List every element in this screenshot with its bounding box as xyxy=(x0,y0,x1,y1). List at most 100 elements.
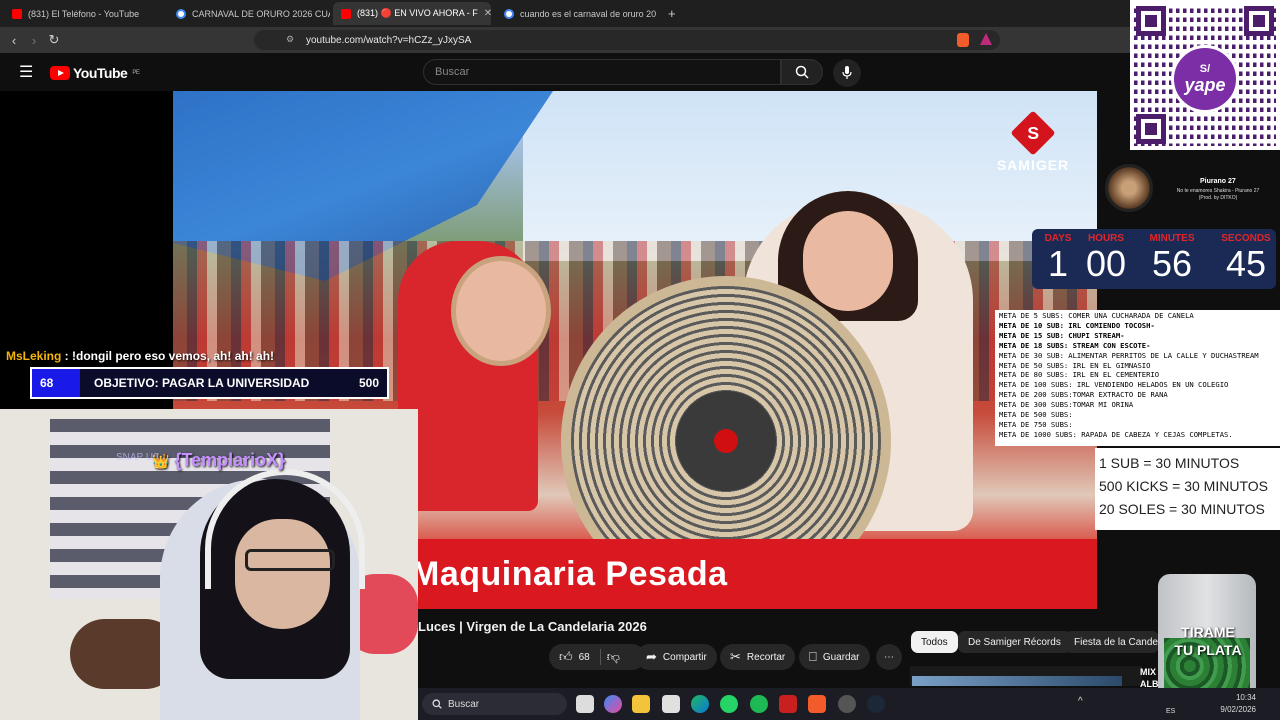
yape-currency: S/ xyxy=(1199,62,1211,75)
steam-icon[interactable] xyxy=(867,695,885,713)
bookmark-save-icon: ⎕ xyxy=(809,649,817,664)
dislike-button[interactable]: 👎︎ xyxy=(607,649,620,665)
goal-item: META DE 5 SUBS: COMER UNA CUCHARADA DE C… xyxy=(999,311,1194,320)
clip-label: Recortar xyxy=(746,651,786,663)
url-text: youtube.com/watch?v=hCZz_yJxySA xyxy=(306,34,472,46)
recommended-thumbnail xyxy=(912,676,1122,686)
goal-item: META DE 18 SUBS: STREAM CON ESCOTE- xyxy=(999,340,1151,350)
browser-tab-active[interactable]: (831) 🔴 EN VIVO AHORA - F ✕ xyxy=(333,2,491,25)
browser-tab-2[interactable]: CARNAVAL DE ORURO 2026 CUAND xyxy=(168,2,330,25)
rate-line: 500 KICKS = 30 MINUTOS xyxy=(1099,478,1268,494)
yape-logo: S/ yape xyxy=(1171,45,1239,113)
timer-hours: HOURS 00 xyxy=(1078,233,1134,282)
album-art xyxy=(1105,164,1153,212)
taskbar-language[interactable]: ES xyxy=(1166,708,1175,715)
tab-title: CARNAVAL DE ORURO 2026 CUAND xyxy=(192,8,330,19)
yape-word: yape xyxy=(1184,74,1226,95)
goal-bar: 68 OBJETIVO: PAGAR LA UNIVERSIDAD 500 xyxy=(30,367,389,399)
subathon-timer: DAYS 1 HOURS 00 MINUTES 56 SECONDS 45 xyxy=(1032,229,1276,289)
youtube-logo[interactable]: YouTube PE xyxy=(50,65,140,81)
crown-icon: 👑 xyxy=(152,453,170,469)
store-icon[interactable] xyxy=(662,695,680,713)
youtube-header: ☰ YouTube PE Buscar xyxy=(0,53,1130,91)
tab-title: (831) 🔴 EN VIVO AHORA - F xyxy=(357,8,478,18)
subathon-rates: 1 SUB = 30 MINUTOS 500 KICKS = 30 MINUTO… xyxy=(1095,448,1280,530)
copilot-icon[interactable] xyxy=(604,695,622,713)
site-info-icon[interactable]: ⚙ xyxy=(286,34,294,45)
whatsapp-icon[interactable] xyxy=(720,695,738,713)
video-tambourine xyxy=(451,256,551,366)
obs-icon[interactable] xyxy=(838,695,856,713)
youtube-play-icon xyxy=(50,66,70,80)
brave-icon[interactable] xyxy=(808,695,826,713)
samiger-name: SAMIGER xyxy=(996,157,1070,173)
goal-item: META DE 1000 SUBS: RAPADA DE CABEZA Y CE… xyxy=(999,429,1233,439)
forward-arrow-icon[interactable]: › xyxy=(24,33,44,48)
timer-seconds: SECONDS 45 xyxy=(1218,233,1274,282)
recommended-video[interactable] xyxy=(910,666,1142,686)
share-arrow-icon: ➦ xyxy=(646,649,657,664)
video-disc-label xyxy=(714,429,738,453)
goal-item: META DE 10 SUB: IRL COMIENDO TOCOSH- xyxy=(999,320,1155,330)
clip-button[interactable]: ✂ Recortar xyxy=(720,644,796,670)
spotify-icon[interactable] xyxy=(750,695,768,713)
microphone-icon xyxy=(842,66,852,79)
goal-item: META DE 50 SUBS: IRL EN EL GIMNASIO xyxy=(999,360,1151,370)
task-view-icon[interactable] xyxy=(576,695,594,713)
chat-message: MsLeking : !dongil pero eso vemos, ah! a… xyxy=(6,349,274,363)
back-arrow-icon[interactable]: ‹ xyxy=(4,33,24,48)
taskbar-search-label: Buscar xyxy=(448,698,480,710)
subscriber-goals-list: META DE 5 SUBS: COMER UNA CUCHARADA DE C… xyxy=(995,310,1280,446)
address-bar[interactable]: ⚙ youtube.com/watch?v=hCZz_yJxySA xyxy=(254,30,1000,50)
voice-search-button[interactable] xyxy=(833,59,861,87)
taskbar-clock[interactable]: 10:34 9/02/2026 xyxy=(1220,692,1256,716)
taskbar-search[interactable]: Buscar xyxy=(422,693,567,715)
new-tab-button[interactable]: + xyxy=(660,2,680,25)
now-playing-producer: (Prod. by DITKO) xyxy=(1198,195,1238,201)
like-button[interactable]: 👍︎ 68 xyxy=(559,649,590,665)
goal-item: META DE 300 SUBS:TOMAR MI ORINA xyxy=(999,400,1134,410)
goal-label: OBJETIVO: PAGAR LA UNIVERSIDAD xyxy=(94,376,310,390)
share-button[interactable]: ➦ Compartir xyxy=(636,644,717,670)
now-playing-song: No te enamores Shakira - Piurano 27 xyxy=(1176,188,1260,194)
now-playing-artist: Piurano 27 xyxy=(1200,178,1236,185)
search-button[interactable] xyxy=(781,59,823,85)
save-button[interactable]: ⎕ Guardar xyxy=(799,644,870,670)
samiger-logo: S SAMIGER xyxy=(993,110,1073,173)
search-icon xyxy=(795,65,809,79)
brave-rewards-icon[interactable] xyxy=(980,33,992,45)
google-favicon-icon xyxy=(504,8,514,19)
file-explorer-icon[interactable] xyxy=(632,695,650,713)
rate-line: 20 SOLES = 30 MINUTOS xyxy=(1099,501,1265,517)
save-label: Guardar xyxy=(822,651,860,663)
tip-jar-line-2: TU PLATA xyxy=(1174,642,1242,658)
close-tab-icon[interactable]: ✕ xyxy=(484,8,491,19)
reload-icon[interactable]: ↻ xyxy=(44,32,64,48)
clock-time: 10:34 xyxy=(1235,693,1256,702)
goal-item: META DE 500 SUBS: xyxy=(999,410,1073,420)
tray-chevron-icon[interactable]: ^ xyxy=(1078,696,1083,707)
chip-all[interactable]: Todos xyxy=(911,631,958,653)
youtube-favicon-icon xyxy=(12,8,22,19)
video-banner-text: Maquinaria Pesada xyxy=(411,555,728,593)
qr-finder xyxy=(1136,114,1166,144)
search-placeholder: Buscar xyxy=(435,66,470,78)
chip-fiesta[interactable]: Fiesta de la Candela xyxy=(1064,631,1159,653)
app-icon[interactable] xyxy=(779,695,797,713)
goal-target: 500 xyxy=(358,376,379,390)
goal-item: META DE 80 SUBS: IRL EN EL CEMENTERIO xyxy=(999,370,1160,380)
chat-text: : !dongil pero eso vemos, ah! ah! ah! xyxy=(61,349,275,363)
menu-icon[interactable]: ☰ xyxy=(19,62,33,82)
sub-alert-name: 👑 {TemplarioX} xyxy=(152,450,285,471)
chip-samiger[interactable]: De Samiger Récords xyxy=(958,631,1071,653)
search-input[interactable]: Buscar xyxy=(423,59,781,85)
share-label: Compartir xyxy=(662,651,707,663)
browser-tab-4[interactable]: cuando es el carnaval de oruro 2026 xyxy=(496,2,656,25)
browser-tab-1[interactable]: (831) El Teléfono - YouTube xyxy=(4,2,164,25)
search-icon xyxy=(432,699,442,709)
now-playing-widget: Piurano 27 No te enamores Shakira - Piur… xyxy=(1100,158,1280,220)
more-actions-button[interactable]: ⋯ xyxy=(876,644,902,670)
brave-shield-icon[interactable] xyxy=(957,33,969,47)
edge-icon[interactable] xyxy=(691,695,709,713)
rate-line: 1 SUB = 30 MINUTOS xyxy=(1099,455,1240,471)
